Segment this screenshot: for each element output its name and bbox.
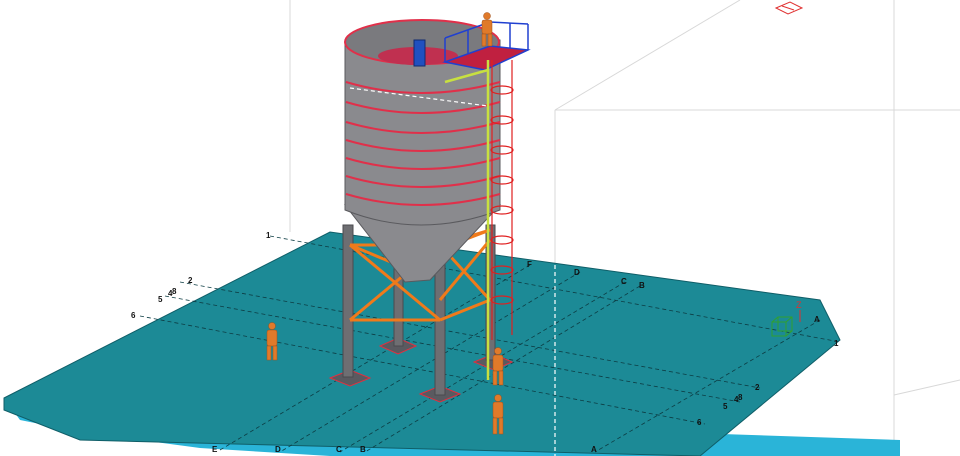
grid-label-right-a: A (814, 315, 820, 324)
grid-label-left-6: 6 (131, 311, 136, 320)
grid-label-right-6: 6 (697, 418, 702, 427)
grid-label-back-d: D (574, 268, 580, 277)
grid-label-front-c: C (336, 445, 342, 454)
grid-label-front-b: B (360, 445, 366, 454)
grid-label-right-1: 1 (834, 339, 839, 348)
silo-3d-model-scene[interactable] (0, 0, 960, 456)
grid-label-back-f: F (527, 260, 532, 269)
grid-label-front-a: A (591, 445, 597, 454)
grid-label-back-c: C (621, 277, 627, 286)
grid-label-left-1: 1 (266, 231, 271, 240)
grid-label-front-d: D (275, 445, 281, 454)
grid-label-left-2: 2 (188, 276, 193, 285)
z-axis-label: Z (796, 300, 802, 310)
grid-label-right-5: 5 (723, 402, 728, 411)
grid-label-right-8: 8 (738, 393, 743, 402)
grid-label-left-5: 5 (158, 295, 163, 304)
grid-label-back-b: B (639, 281, 645, 290)
navigation-gizmo-icon (774, 1, 804, 15)
grid-label-left-8: 8 (172, 287, 177, 296)
silo-vent-pipe (413, 39, 426, 67)
grid-label-right-2: 2 (755, 383, 760, 392)
grid-label-front-e: E (212, 445, 218, 454)
3d-viewport[interactable]: 1 2 4 5 6 8 E D C B A F D C B A 1 2 4 5 … (0, 0, 960, 456)
